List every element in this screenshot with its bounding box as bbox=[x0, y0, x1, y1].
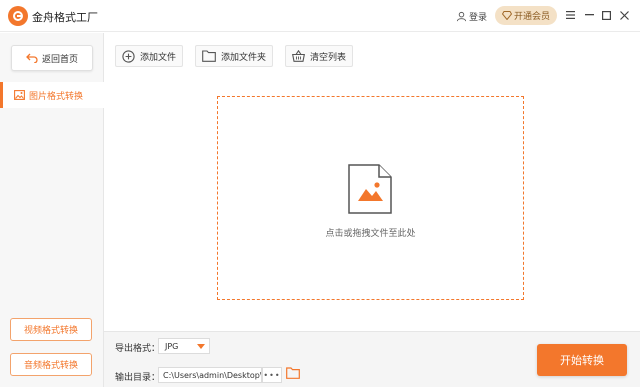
close-button[interactable] bbox=[617, 8, 631, 22]
menu-button[interactable] bbox=[563, 8, 577, 22]
image-file-icon bbox=[347, 163, 393, 218]
folder-icon bbox=[286, 367, 300, 379]
sidebar-item-label: 图片格式转换 bbox=[29, 91, 84, 102]
vip-button[interactable]: 开通会员 bbox=[495, 6, 557, 25]
sidebar-item-label: 视频格式转换 bbox=[23, 326, 78, 336]
minimize-icon bbox=[584, 14, 594, 16]
open-folder-button[interactable] bbox=[286, 367, 300, 382]
format-value: JPG bbox=[165, 341, 179, 351]
browse-more-button[interactable]: ••• bbox=[262, 367, 282, 383]
close-icon bbox=[619, 10, 629, 20]
title-bar: 金舟格式工厂 登录 开通会员 bbox=[0, 0, 640, 32]
login-label: 登录 bbox=[469, 12, 488, 23]
add-file-label: 添加文件 bbox=[140, 52, 177, 63]
output-dir-field[interactable]: C:\Users\admin\Desktop\ bbox=[158, 367, 262, 383]
clear-list-button[interactable]: 清空列表 bbox=[285, 45, 354, 67]
image-icon bbox=[14, 90, 25, 100]
sidebar-item-video-convert[interactable]: 视频格式转换 bbox=[10, 318, 92, 341]
clear-list-label: 清空列表 bbox=[310, 52, 347, 63]
add-folder-button[interactable]: 添加文件夹 bbox=[195, 45, 274, 67]
user-icon bbox=[456, 11, 467, 21]
chevron-down-icon bbox=[197, 344, 205, 349]
add-folder-label: 添加文件夹 bbox=[221, 52, 267, 63]
sidebar-item-audio-convert[interactable]: 音频格式转换 bbox=[10, 353, 92, 376]
maximize-icon bbox=[601, 10, 611, 20]
folder-icon bbox=[202, 50, 216, 62]
dropzone-hint: 点击或拖拽文件至此处 bbox=[325, 229, 416, 239]
sidebar-item-image-convert[interactable]: 图片格式转换 bbox=[0, 82, 104, 108]
sidebar: 返回首页 图片格式转换 视频格式转换 音频格式转换 bbox=[0, 33, 104, 387]
format-select[interactable]: JPG bbox=[158, 338, 210, 354]
plus-circle-icon bbox=[122, 49, 135, 63]
login-button[interactable]: 登录 bbox=[456, 8, 487, 24]
format-label: 导出格式： bbox=[115, 344, 161, 354]
app-title: 金舟格式工厂 bbox=[32, 11, 98, 24]
vip-label: 开通会员 bbox=[513, 12, 550, 22]
add-file-button[interactable]: 添加文件 bbox=[115, 45, 184, 67]
logo-icon bbox=[8, 6, 28, 26]
minimize-button[interactable] bbox=[582, 8, 596, 22]
maximize-button[interactable] bbox=[599, 8, 613, 22]
back-home-label: 返回首页 bbox=[41, 54, 78, 65]
menu-icon bbox=[565, 11, 575, 19]
basket-icon bbox=[292, 50, 305, 62]
start-convert-button[interactable]: 开始转换 bbox=[537, 344, 627, 376]
output-dir-label: 输出目录： bbox=[115, 373, 161, 383]
back-home-button[interactable]: 返回首页 bbox=[11, 45, 93, 71]
back-arrow-icon bbox=[26, 53, 38, 63]
diamond-icon bbox=[501, 11, 512, 20]
sidebar-item-label: 音频格式转换 bbox=[23, 361, 78, 371]
file-dropzone[interactable]: 点击或拖拽文件至此处 bbox=[217, 96, 524, 300]
